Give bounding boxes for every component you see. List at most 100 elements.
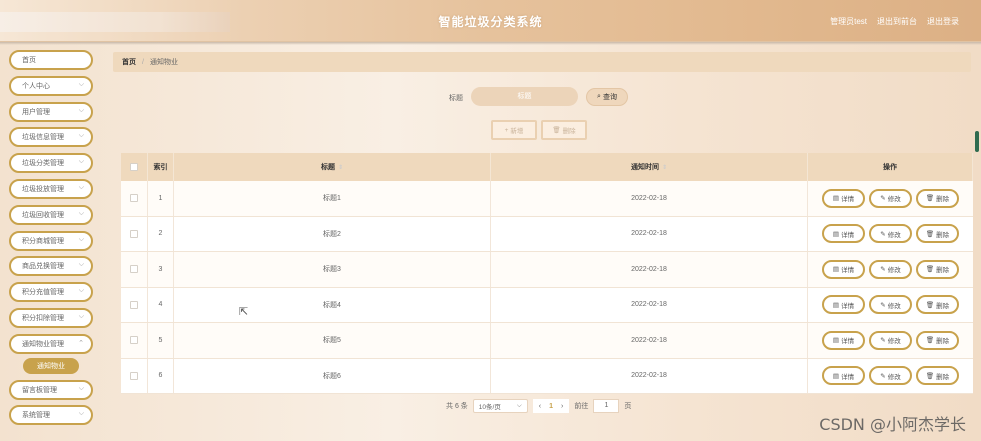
page-size-select[interactable]: 10条/页 ⌵: [472, 399, 528, 413]
detail-button[interactable]: ▤ 详情: [822, 330, 865, 350]
current-user-link[interactable]: 管理员test: [830, 16, 867, 27]
sidebar-item-garbage-class[interactable]: 垃圾分类管理 ⌵: [9, 153, 93, 174]
logout-link[interactable]: 退出登录: [927, 16, 959, 27]
delete-button[interactable]: 🗑 删除: [916, 295, 959, 315]
row-checkbox[interactable]: [130, 194, 138, 203]
edit-button[interactable]: ✎ 修改: [869, 330, 912, 350]
header-ops: 操作: [808, 153, 973, 181]
sidebar-item-messages[interactable]: 留言板管理 ⌵: [9, 379, 93, 400]
cell-time: 2022-02-18: [491, 358, 808, 393]
sidebar-item-points-recharge[interactable]: 积分充值管理 ⌵: [9, 282, 93, 303]
header-links: 管理员test 退出到前台 退出登录: [830, 16, 959, 27]
select-all-checkbox[interactable]: [130, 163, 138, 171]
sidebar-item-garbage-drop[interactable]: 垃圾投放管理 ⌵: [9, 178, 93, 199]
trash-icon: 🗑: [925, 230, 935, 238]
delete-button[interactable]: 🗑 删除: [916, 366, 959, 386]
add-button[interactable]: + 新增: [491, 120, 537, 140]
cell-time: 2022-02-18: [491, 287, 808, 322]
search-input[interactable]: [471, 87, 578, 106]
row-checkbox-cell: [121, 358, 148, 393]
sidebar-item-label: 垃圾投放管理: [22, 185, 64, 193]
batch-delete-button[interactable]: 🗑 删除: [541, 120, 587, 140]
next-page-icon[interactable]: ›: [561, 403, 563, 410]
pencil-icon: ✎: [880, 195, 886, 203]
edit-button[interactable]: ✎ 修改: [869, 295, 912, 315]
detail-button[interactable]: ▤ 详情: [822, 295, 865, 315]
row-checkbox[interactable]: [130, 265, 138, 274]
trash-icon: 🗑: [925, 337, 935, 345]
header-time[interactable]: 通知时间 ⇕: [491, 153, 808, 181]
sidebar-item-garbage-recycle[interactable]: 垃圾回收管理 ⌵: [9, 204, 93, 225]
sidebar-item-goods-exchange[interactable]: 商品兑换管理 ⌵: [9, 256, 93, 277]
delete-label: 删除: [936, 196, 950, 204]
table-row: 2 标题2 2022-02-18 ▤ 详情 ✎ 修改 🗑 删除: [121, 216, 973, 252]
goto-suffix: 页: [624, 403, 632, 410]
current-page[interactable]: 1: [549, 403, 553, 410]
edit-button[interactable]: ✎ 修改: [869, 259, 912, 279]
detail-button[interactable]: ▤ 详情: [822, 259, 865, 279]
header-index: 索引: [148, 153, 174, 181]
row-checkbox[interactable]: [130, 229, 138, 238]
sidebar-item-points-deduct[interactable]: 积分扣除管理 ⌵: [9, 307, 93, 328]
cell-time: 2022-02-18: [491, 216, 808, 251]
document-icon: ▤: [832, 337, 840, 345]
top-header: 智能垃圾分类系统 管理员test 退出到前台 退出登录: [0, 0, 981, 42]
chevron-down-icon: ⌵: [78, 209, 84, 217]
scrollbar-handle[interactable]: [975, 131, 979, 152]
row-checkbox[interactable]: [130, 336, 138, 345]
delete-button[interactable]: 🗑 删除: [916, 188, 959, 208]
cell-ops: ▤ 详情 ✎ 修改 🗑 删除: [808, 252, 973, 287]
pencil-icon: ✎: [880, 301, 886, 309]
detail-button[interactable]: ▤ 详情: [822, 188, 865, 208]
detail-label: 详情: [841, 231, 855, 239]
sidebar-subitem-notify-property[interactable]: 通知物业: [23, 357, 79, 374]
edit-label: 修改: [887, 267, 901, 275]
edit-button[interactable]: ✎ 修改: [869, 224, 912, 244]
chevron-down-icon: ⌵: [78, 312, 84, 320]
table-header: 索引 标题 ⇕ 通知时间 ⇕ 操作: [121, 153, 973, 181]
sidebar-item-system[interactable]: 系统管理 ⌵: [9, 405, 93, 426]
delete-button[interactable]: 🗑 删除: [916, 224, 959, 244]
goto-page-input[interactable]: 1: [593, 399, 620, 413]
add-button-label: 新增: [510, 128, 524, 135]
sidebar-item-label: 系统管理: [22, 412, 50, 420]
edit-button[interactable]: ✎ 修改: [869, 188, 912, 208]
search-button[interactable]: ⌕ 查询: [586, 88, 628, 106]
document-icon: ▤: [832, 301, 840, 309]
detail-button[interactable]: ▤ 详情: [822, 224, 865, 244]
document-icon: ▤: [832, 230, 840, 238]
row-checkbox-cell: [121, 323, 148, 358]
delete-button[interactable]: 🗑 删除: [916, 259, 959, 279]
detail-label: 详情: [841, 267, 855, 275]
sidebar-item-label: 垃圾回收管理: [22, 211, 64, 219]
trash-icon: 🗑: [925, 195, 935, 203]
trash-icon: 🗑: [925, 301, 935, 309]
prev-page-icon[interactable]: ‹: [539, 403, 541, 410]
breadcrumb-home[interactable]: 首页: [122, 57, 136, 67]
sidebar-item-home[interactable]: 首页: [9, 50, 93, 70]
pencil-icon: ✎: [880, 337, 886, 345]
sidebar-item-points-mall[interactable]: 积分商城管理 ⌵: [9, 230, 93, 251]
sidebar-item-notify-property[interactable]: 通知物业管理 ⌃: [9, 333, 93, 354]
watermark: CSDN @小阿杰学长: [819, 415, 966, 434]
breadcrumb-separator: /: [142, 58, 144, 66]
cell-ops: ▤ 详情 ✎ 修改 🗑 删除: [808, 359, 973, 394]
sidebar-item-profile[interactable]: 个人中心 ⌵: [9, 75, 93, 96]
cell-index: 4: [148, 287, 174, 322]
delete-label: 删除: [936, 231, 950, 239]
sidebar-item-garbage-info[interactable]: 垃圾信息管理 ⌵: [9, 127, 93, 148]
row-checkbox[interactable]: [130, 300, 138, 309]
detail-button[interactable]: ▤ 详情: [822, 366, 865, 386]
header-title[interactable]: 标题 ⇕: [174, 153, 491, 181]
sidebar-item-users[interactable]: 用户管理 ⌵: [9, 101, 93, 122]
sort-icon: ⇕: [661, 164, 668, 171]
edit-button[interactable]: ✎ 修改: [869, 366, 912, 386]
row-checkbox[interactable]: [130, 371, 138, 380]
edit-label: 修改: [887, 338, 901, 346]
back-to-frontend-link[interactable]: 退出到前台: [877, 16, 917, 27]
sidebar-item-label: 留言板管理: [22, 386, 57, 394]
pencil-icon: ✎: [880, 372, 886, 380]
breadcrumb: 首页 / 通知物业: [113, 52, 971, 72]
delete-button[interactable]: 🗑 删除: [916, 330, 959, 350]
pencil-icon: ✎: [880, 266, 886, 274]
